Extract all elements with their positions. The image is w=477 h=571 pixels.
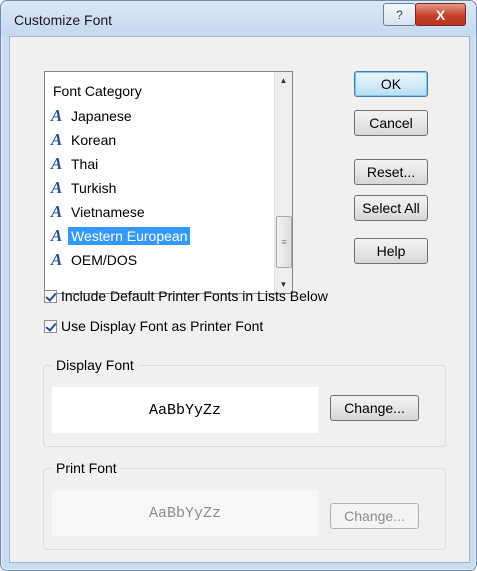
list-item-thai[interactable]: A Thai — [51, 154, 98, 174]
list-item-vietnamese[interactable]: A Vietnamese — [51, 202, 145, 222]
font-a-icon: A — [51, 154, 63, 173]
display-font-group: Display Font AaBbYyZz Change... — [43, 357, 446, 447]
list-item-label: Thai — [71, 156, 99, 172]
scroll-thumb[interactable]: ≡ — [276, 216, 292, 268]
list-items: A Japanese A Korean A Thai A Turkish A V… — [45, 106, 271, 293]
close-icon: X — [435, 6, 446, 23]
list-item-label: Western European — [68, 227, 191, 245]
list-header: Font Category — [53, 83, 142, 99]
include-printer-fonts-option[interactable]: Include Default Printer Fonts in Lists B… — [44, 287, 328, 305]
use-display-font-option[interactable]: Use Display Font as Printer Font — [44, 317, 263, 335]
print-font-group: Print Font AaBbYyZz Change... — [43, 460, 446, 550]
font-a-icon: A — [51, 250, 63, 269]
list-item-japanese[interactable]: A Japanese — [51, 106, 132, 126]
font-a-icon: A — [51, 130, 63, 149]
cancel-button[interactable]: Cancel — [354, 110, 428, 136]
list-item-turkish[interactable]: A Turkish — [51, 178, 116, 198]
display-font-label: Display Font — [52, 357, 138, 373]
print-font-change-button[interactable]: Change... — [330, 503, 419, 529]
select-all-button[interactable]: Select All — [354, 195, 428, 221]
use-display-font-checkbox[interactable] — [44, 319, 57, 333]
list-item-western-european[interactable]: A Western European — [51, 226, 191, 246]
display-font-sample: AaBbYyZz — [52, 387, 318, 433]
use-display-font-label: Use Display Font as Printer Font — [61, 318, 264, 334]
display-font-change-button[interactable]: Change... — [330, 395, 419, 421]
grip-icon: ≡ — [281, 237, 287, 247]
list-item-oem-dos[interactable]: A OEM/DOS — [51, 250, 137, 270]
list-item-label: Turkish — [71, 180, 117, 196]
list-item-label: Japanese — [71, 108, 132, 124]
list-scrollbar[interactable]: ▲ ≡ ▼ — [274, 72, 292, 293]
font-a-icon: A — [51, 178, 63, 197]
include-printer-fonts-checkbox[interactable] — [44, 289, 57, 303]
customize-font-dialog: Customize Font ? X Font Category A Japan… — [0, 0, 477, 571]
list-item-label: Korean — [71, 132, 117, 148]
font-category-list[interactable]: Font Category A Japanese A Korean A Thai… — [44, 71, 293, 294]
title-bar[interactable]: Customize Font ? X — [1, 1, 476, 35]
list-item-label: OEM/DOS — [71, 252, 138, 268]
dialog-body: Font Category A Japanese A Korean A Thai… — [9, 36, 470, 563]
print-font-sample: AaBbYyZz — [52, 490, 318, 536]
help-question-button[interactable]: ? — [383, 3, 416, 26]
ok-button[interactable]: OK — [354, 71, 428, 97]
question-mark-icon: ? — [396, 7, 403, 22]
list-item-korean[interactable]: A Korean — [51, 130, 116, 150]
reset-button[interactable]: Reset... — [354, 159, 428, 185]
font-a-icon: A — [51, 202, 63, 221]
close-button[interactable]: X — [415, 3, 466, 26]
list-item-label: Vietnamese — [71, 204, 145, 220]
help-button[interactable]: Help — [354, 238, 428, 264]
scroll-up-arrow-icon[interactable]: ▲ — [275, 72, 292, 89]
font-a-icon: A — [51, 106, 63, 125]
print-font-label: Print Font — [52, 460, 121, 476]
include-printer-fonts-label: Include Default Printer Fonts in Lists B… — [61, 288, 328, 304]
dialog-title: Customize Font — [14, 12, 113, 28]
